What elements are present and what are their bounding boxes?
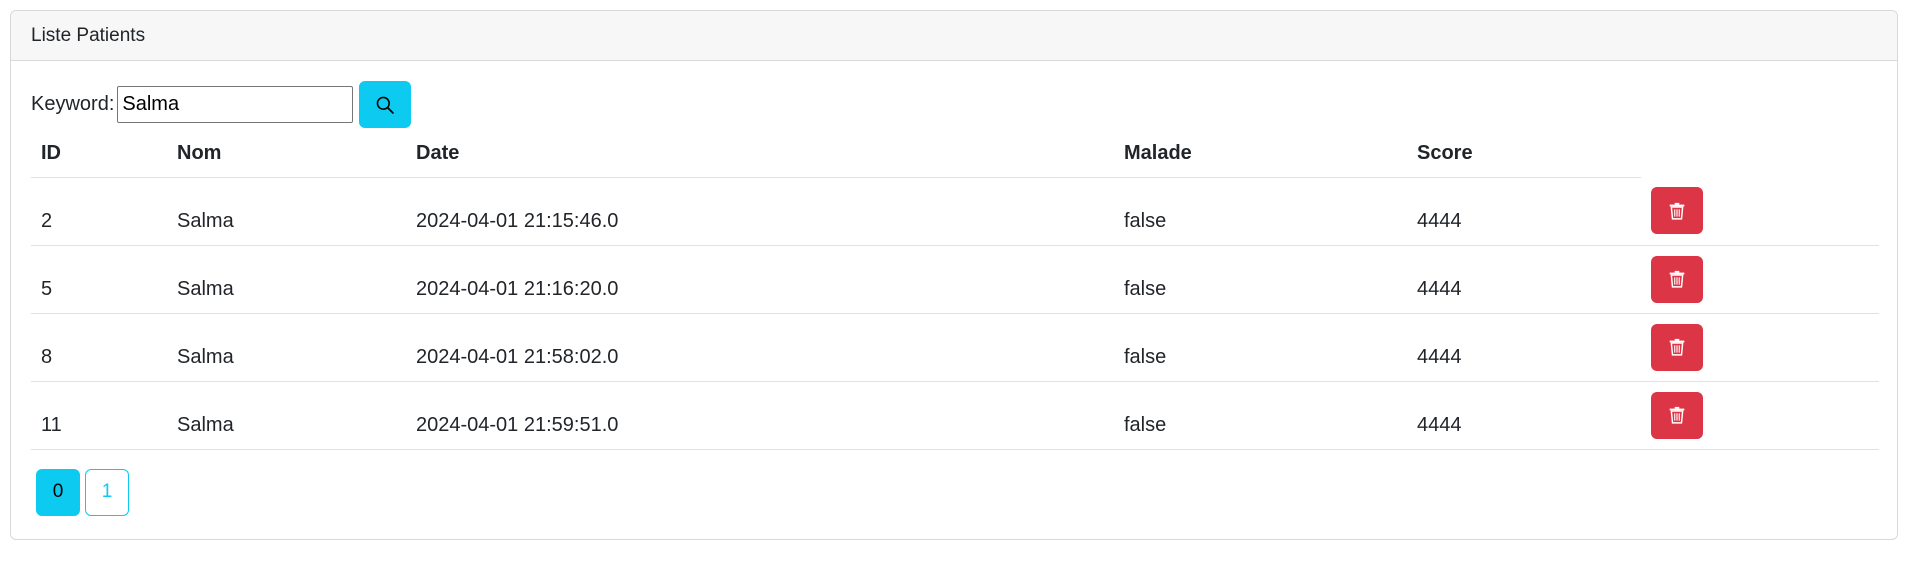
cell-actions (1641, 381, 1879, 450)
cell-nom: Salma (167, 313, 406, 382)
cell-id: 5 (31, 245, 167, 314)
cell-nom: Salma (167, 245, 406, 314)
header-score: Score (1407, 131, 1641, 178)
cell-score: 4444 (1407, 381, 1641, 450)
table-header-row: ID Nom Date Malade Score (31, 131, 1879, 178)
cell-date: 2024-04-01 21:16:20.0 (406, 245, 1114, 314)
keyword-input[interactable] (117, 86, 354, 123)
delete-button[interactable] (1651, 323, 1703, 371)
cell-date: 2024-04-01 21:58:02.0 (406, 313, 1114, 382)
cell-nom: Salma (167, 381, 406, 450)
delete-button[interactable] (1651, 255, 1703, 303)
pagination: 0 1 (36, 468, 1877, 516)
table-row: 11 Salma 2024-04-01 21:59:51.0 false 444… (31, 381, 1879, 450)
search-icon (377, 96, 395, 114)
header-malade: Malade (1114, 131, 1407, 178)
card-body: Keyword: ID Nom Date Malade Score (11, 61, 1897, 516)
delete-button[interactable] (1651, 391, 1703, 439)
search-button[interactable] (359, 81, 412, 128)
keyword-label: Keyword: (31, 93, 115, 115)
cell-actions (1641, 245, 1879, 314)
header-date: Date (406, 131, 1114, 178)
cell-actions (1641, 177, 1879, 246)
cell-malade: false (1114, 313, 1407, 382)
page-button-1[interactable]: 1 (85, 468, 129, 516)
table-row: 8 Salma 2024-04-01 21:58:02.0 false 4444 (31, 313, 1879, 382)
patients-table: ID Nom Date Malade Score 2 Salma 2024-04… (31, 131, 1879, 450)
cell-score: 4444 (1407, 245, 1641, 314)
cell-date: 2024-04-01 21:59:51.0 (406, 381, 1114, 450)
cell-id: 8 (31, 313, 167, 382)
cell-nom: Salma (167, 177, 406, 246)
search-form: Keyword: (31, 81, 1877, 128)
cell-malade: false (1114, 177, 1407, 246)
trash-icon (1669, 202, 1685, 220)
cell-malade: false (1114, 245, 1407, 314)
cell-score: 4444 (1407, 313, 1641, 382)
cell-id: 11 (31, 381, 167, 450)
card-header: Liste Patients (11, 11, 1897, 61)
header-id: ID (31, 131, 167, 178)
cell-actions (1641, 313, 1879, 382)
cell-date: 2024-04-01 21:15:46.0 (406, 177, 1114, 246)
delete-button[interactable] (1651, 187, 1703, 234)
trash-icon (1669, 406, 1685, 424)
cell-id: 2 (31, 177, 167, 246)
table-row: 5 Salma 2024-04-01 21:16:20.0 false 4444 (31, 245, 1879, 314)
trash-icon (1669, 338, 1685, 356)
card-title: Liste Patients (31, 24, 146, 46)
table-row: 2 Salma 2024-04-01 21:15:46.0 false 4444 (31, 177, 1879, 246)
header-nom: Nom (167, 131, 406, 178)
trash-icon (1669, 270, 1685, 288)
patients-card: Liste Patients Keyword: ID Nom Date Mala… (10, 10, 1898, 540)
cell-score: 4444 (1407, 177, 1641, 246)
header-actions (1641, 131, 1879, 177)
cell-malade: false (1114, 381, 1407, 450)
page-button-0[interactable]: 0 (36, 468, 80, 516)
